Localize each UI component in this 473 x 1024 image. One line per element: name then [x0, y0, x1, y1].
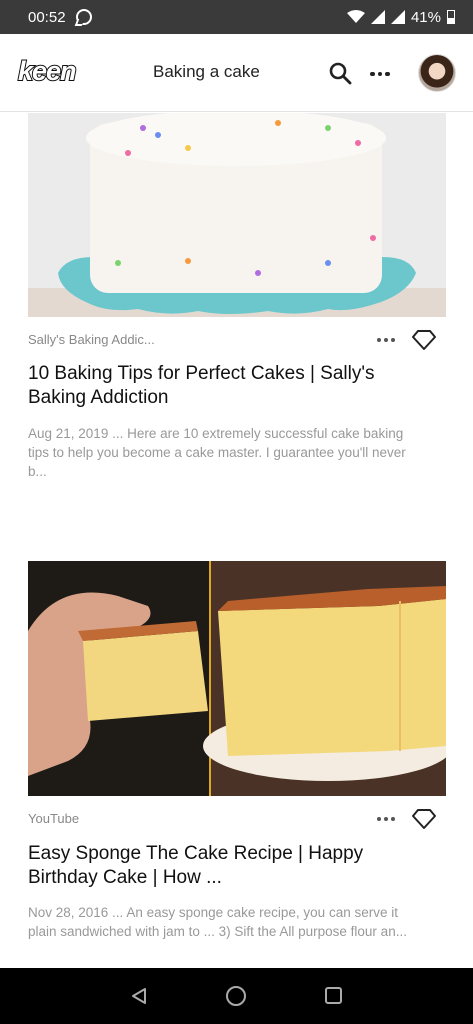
diamond-save-icon[interactable]	[411, 808, 437, 830]
wifi-icon	[346, 10, 365, 23]
battery-percent: 41%	[410, 8, 441, 26]
avatar[interactable]	[418, 54, 456, 92]
app-header: keen Baking a cake	[0, 34, 473, 112]
search-query-title[interactable]: Baking a cake	[153, 62, 260, 82]
status-bar: 00:52 41%	[0, 0, 473, 34]
status-time: 00:52	[28, 8, 66, 26]
recent-apps-icon[interactable]	[325, 987, 342, 1004]
home-icon[interactable]	[226, 986, 246, 1006]
card-source[interactable]: YouTube	[28, 811, 79, 826]
card-image-sponge-cake[interactable]	[28, 561, 446, 796]
card-snippet: Nov 28, 2016 ... An easy sponge cake rec…	[28, 905, 407, 939]
more-options-icon[interactable]	[370, 64, 394, 84]
card-source[interactable]: Sally's Baking Addic...	[28, 332, 155, 347]
keen-logo[interactable]: keen	[17, 55, 78, 87]
status-indicators: 41%	[346, 8, 455, 26]
card-title[interactable]: Easy Sponge The Cake Recipe | Happy Birt…	[28, 842, 428, 890]
card-more-icon[interactable]	[377, 338, 395, 342]
diamond-save-icon[interactable]	[411, 329, 437, 351]
battery-icon	[447, 10, 455, 24]
whatsapp-icon	[75, 9, 92, 25]
card-snippet: Aug 21, 2019 ... Here are 10 extremely s…	[28, 426, 406, 479]
back-icon[interactable]	[130, 987, 148, 1005]
card-more-icon[interactable]	[377, 817, 395, 821]
card-image-frosted-cake[interactable]	[28, 113, 446, 317]
signal-icon-2	[390, 10, 405, 24]
system-nav-bar	[0, 968, 473, 1024]
signal-icon	[370, 10, 385, 24]
card-title[interactable]: 10 Baking Tips for Perfect Cakes | Sally…	[28, 362, 428, 410]
search-icon[interactable]	[328, 61, 352, 85]
